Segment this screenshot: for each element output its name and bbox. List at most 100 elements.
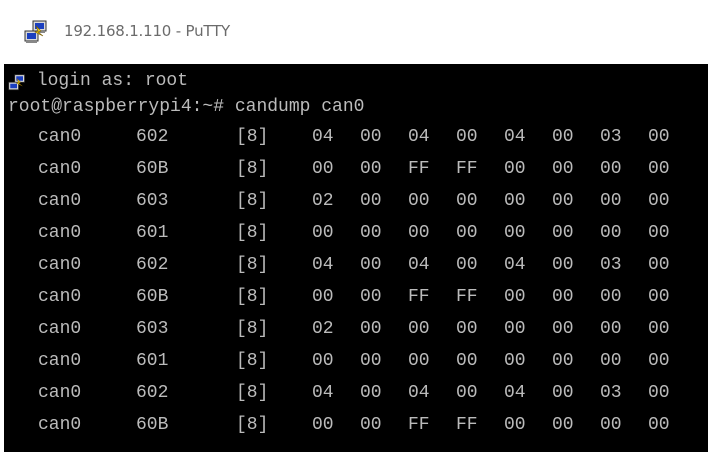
can-data-byte: 04: [312, 255, 334, 275]
can-frame-row: can0 603 [8] 02 00 00 00 00 00 00 00: [4, 188, 704, 214]
can-data-byte: 00: [648, 191, 670, 211]
can-frame-row: can0 601 [8] 00 00 00 00 00 00 00 00: [4, 220, 704, 246]
can-data-byte: 00: [312, 287, 334, 307]
can-id: 60B: [136, 287, 169, 307]
can-data-byte: 00: [360, 415, 382, 435]
can-data-byte: 00: [360, 319, 382, 339]
can-data-byte: 00: [360, 159, 382, 179]
login-line: login as: root: [4, 68, 704, 94]
can-data-byte: 00: [648, 127, 670, 147]
login-prompt-text: login as: root: [26, 71, 189, 91]
putty-icon[interactable]: [24, 20, 48, 44]
can-data-byte: 00: [312, 223, 334, 243]
can-data-byte: 00: [552, 191, 574, 211]
can-data-byte: 04: [312, 127, 334, 147]
can-data-byte: 00: [600, 351, 622, 371]
can-data-byte: 00: [408, 191, 430, 211]
can-data-byte: 00: [600, 287, 622, 307]
can-data-byte: 00: [504, 287, 526, 307]
can-frame-row: can0 60B [8] 00 00 FF FF 00 00 00 00: [4, 284, 704, 310]
can-data-byte: 04: [312, 383, 334, 403]
can-id: 602: [136, 255, 169, 275]
can-data-byte: 00: [552, 255, 574, 275]
can-data-byte: 00: [600, 223, 622, 243]
can-dlc: [8]: [236, 223, 269, 243]
can-data-byte: 03: [600, 127, 622, 147]
can-id: 602: [136, 127, 169, 147]
can-id: 601: [136, 223, 169, 243]
can-interface: can0: [38, 351, 82, 371]
terminal-area[interactable]: login as: root root@raspberrypi4:~# cand…: [4, 64, 708, 452]
can-data-byte: 00: [504, 223, 526, 243]
can-data-byte: 00: [648, 319, 670, 339]
can-id: 603: [136, 191, 169, 211]
can-data-byte: 00: [648, 287, 670, 307]
can-data-byte: FF: [408, 159, 430, 179]
can-dlc: [8]: [236, 383, 269, 403]
can-dlc: [8]: [236, 287, 269, 307]
can-dlc: [8]: [236, 127, 269, 147]
can-id: 60B: [136, 415, 169, 435]
title-bar[interactable]: 192.168.1.110 - PuTTY: [0, 0, 712, 64]
can-interface: can0: [38, 127, 82, 147]
can-data-byte: 00: [360, 127, 382, 147]
can-dlc: [8]: [236, 159, 269, 179]
shell-prompt-line: root@raspberrypi4:~# candump can0: [8, 97, 365, 117]
can-interface: can0: [38, 191, 82, 211]
can-data-byte: 00: [360, 191, 382, 211]
can-interface: can0: [38, 415, 82, 435]
can-data-byte: 00: [312, 415, 334, 435]
can-data-byte: 00: [504, 415, 526, 435]
can-data-byte: 00: [360, 351, 382, 371]
can-data-byte: 00: [552, 319, 574, 339]
can-data-byte: 00: [648, 383, 670, 403]
can-interface: can0: [38, 319, 82, 339]
can-dlc: [8]: [236, 255, 269, 275]
can-data-byte: 00: [504, 191, 526, 211]
can-frame-row: can0 60B [8] 00 00 FF FF 00 00 00 00: [4, 156, 704, 182]
can-data-byte: 00: [552, 223, 574, 243]
can-data-byte: 00: [360, 287, 382, 307]
can-data-byte: 00: [456, 319, 478, 339]
can-frame-row: can0 603 [8] 02 00 00 00 00 00 00 00: [4, 316, 704, 342]
can-frame-row: can0 601 [8] 00 00 00 00 00 00 00 00: [4, 348, 704, 374]
can-data-byte: 04: [408, 127, 430, 147]
can-frame-row: can0 60B [8] 00 00 FF FF 00 00 00 00: [4, 412, 704, 438]
putty-icon: [8, 74, 25, 91]
can-data-byte: 00: [552, 383, 574, 403]
can-data-byte: 02: [312, 319, 334, 339]
can-data-byte: 00: [360, 255, 382, 275]
can-data-byte: 00: [600, 415, 622, 435]
can-data-byte: 00: [456, 223, 478, 243]
can-id: 603: [136, 319, 169, 339]
can-data-byte: FF: [456, 287, 478, 307]
can-data-byte: 04: [504, 255, 526, 275]
can-id: 602: [136, 383, 169, 403]
can-data-byte: 00: [552, 287, 574, 307]
can-data-byte: 00: [456, 255, 478, 275]
can-id: 601: [136, 351, 169, 371]
can-data-byte: 00: [648, 351, 670, 371]
window-title: 192.168.1.110 - PuTTY: [64, 22, 231, 40]
can-data-byte: 00: [504, 351, 526, 371]
can-data-byte: FF: [408, 415, 430, 435]
can-data-byte: 02: [312, 191, 334, 211]
can-data-byte: 00: [408, 319, 430, 339]
can-interface: can0: [38, 383, 82, 403]
can-data-byte: 00: [600, 159, 622, 179]
can-data-byte: 04: [408, 383, 430, 403]
can-data-byte: FF: [456, 415, 478, 435]
can-data-byte: 00: [408, 351, 430, 371]
can-data-byte: 04: [504, 383, 526, 403]
can-data-byte: 00: [456, 191, 478, 211]
can-data-byte: 00: [552, 127, 574, 147]
can-frame-row: can0 602 [8] 04 00 04 00 04 00 03 00: [4, 380, 704, 406]
can-data-byte: 00: [552, 351, 574, 371]
can-frame-row: can0 602 [8] 04 00 04 00 04 00 03 00: [4, 124, 704, 150]
can-data-byte: 00: [648, 415, 670, 435]
can-data-byte: 00: [360, 223, 382, 243]
can-data-byte: 00: [456, 127, 478, 147]
can-frame-row: can0 602 [8] 04 00 04 00 04 00 03 00: [4, 252, 704, 278]
can-id: 60B: [136, 159, 169, 179]
can-data-byte: FF: [456, 159, 478, 179]
